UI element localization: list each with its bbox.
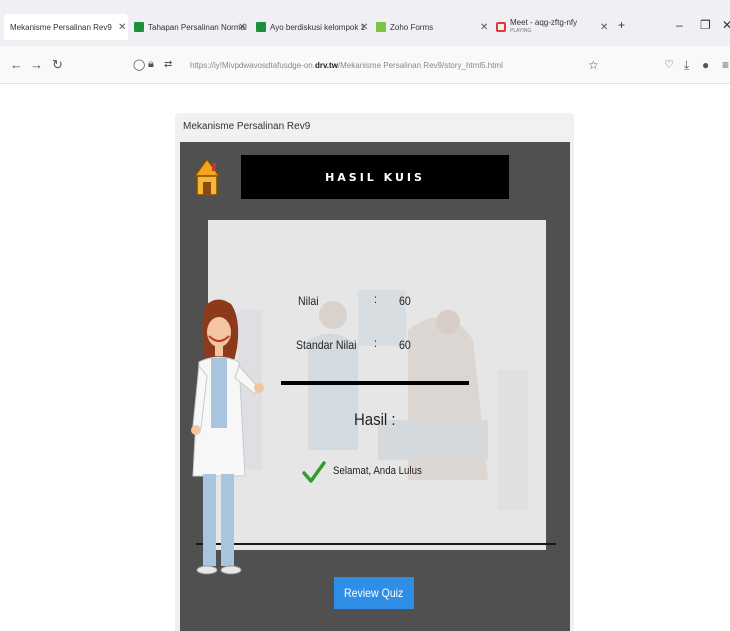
hasil-label: Hasil : xyxy=(354,410,396,429)
url-domain: drv.tw xyxy=(314,61,338,70)
standar-nilai-label: Standar Nilai xyxy=(296,338,357,352)
close-icon[interactable]: ✕ xyxy=(118,22,126,33)
nilai-colon: : xyxy=(374,292,377,306)
download-icon[interactable]: ⤓ xyxy=(684,58,689,73)
new-tab-icon[interactable]: + xyxy=(618,18,625,32)
tab-label: Meet - aqg-zftg-nfy xyxy=(510,18,578,27)
doc-icon xyxy=(256,22,266,32)
divider xyxy=(281,381,469,385)
minimize-icon[interactable]: – xyxy=(676,18,683,32)
lock-icon[interactable]: 🔒︎ xyxy=(148,58,154,71)
doc-icon xyxy=(134,22,144,32)
home-icon[interactable] xyxy=(193,157,221,197)
tab-label: Zoho Forms xyxy=(390,22,434,32)
maximize-icon[interactable]: ❐ xyxy=(700,18,711,32)
check-icon xyxy=(302,461,326,483)
page-title: HASIL KUIS xyxy=(325,170,425,184)
url-prefix: https://iy!Mivpdwavosdtafusdge-on. xyxy=(190,61,315,70)
review-quiz-button[interactable]: Review Quiz xyxy=(334,577,414,609)
window-close-icon[interactable]: ✕ xyxy=(722,18,730,32)
nilai-value: 60 xyxy=(399,294,411,308)
tab-meet[interactable]: Meet - aqg-zftg-nfy PLAYING ✕ xyxy=(496,14,608,40)
permissions-icon[interactable]: ⇄ xyxy=(164,59,172,70)
tab-zoho[interactable]: Zoho Forms ✕ xyxy=(376,14,496,40)
forward-icon[interactable]: → xyxy=(30,57,43,72)
standar-nilai-value: 60 xyxy=(399,338,411,352)
reload-icon[interactable]: ↻ xyxy=(52,57,63,73)
close-icon[interactable]: ✕ xyxy=(360,22,368,33)
tab-mekanisme[interactable]: Mekanisme Persalinan Rev9 ✕ xyxy=(4,14,128,40)
back-icon[interactable]: ← xyxy=(10,57,23,72)
player-title: Mekanisme Persalinan Rev9 xyxy=(183,121,311,132)
quiz-result-header: HASIL KUIS xyxy=(241,155,509,199)
meet-icon xyxy=(496,22,506,32)
bookmark-star-icon[interactable]: ☆ xyxy=(588,58,599,72)
url-suffix: /Mekanisme Persalinan Rev9/story_html5.h… xyxy=(337,61,503,70)
account-icon[interactable]: ● xyxy=(702,58,709,72)
result-message: Selamat, Anda Lulus xyxy=(333,465,422,477)
standar-colon: : xyxy=(374,336,377,350)
address-bar[interactable]: https://iy!Mivpdwavosdtafusdge-on.drv.tw… xyxy=(190,61,503,70)
tab-tahapan[interactable]: Tahapan Persalinan Normal ✕ xyxy=(134,14,252,40)
tab-label: Tahapan Persalinan Normal xyxy=(148,22,247,32)
doctor-character-icon xyxy=(191,299,264,575)
close-icon[interactable]: ✕ xyxy=(480,22,488,33)
pocket-icon[interactable]: ♡ xyxy=(664,58,674,71)
zoho-icon xyxy=(376,22,386,32)
menu-icon[interactable]: ≡ xyxy=(722,58,729,72)
tab-sublabel: PLAYING xyxy=(510,28,532,34)
review-quiz-label: Review Quiz xyxy=(344,586,404,600)
tab-label: Ayo berdiskusi kelompok 1 xyxy=(270,22,366,32)
shield-icon[interactable]: ◯ xyxy=(133,58,145,71)
close-icon[interactable]: ✕ xyxy=(238,22,246,33)
nilai-label: Nilai xyxy=(298,294,319,308)
tab-ayo[interactable]: Ayo berdiskusi kelompok 1 ✕ xyxy=(256,14,376,40)
close-icon[interactable]: ✕ xyxy=(600,22,608,33)
tab-label: Mekanisme Persalinan Rev9 xyxy=(10,22,112,32)
